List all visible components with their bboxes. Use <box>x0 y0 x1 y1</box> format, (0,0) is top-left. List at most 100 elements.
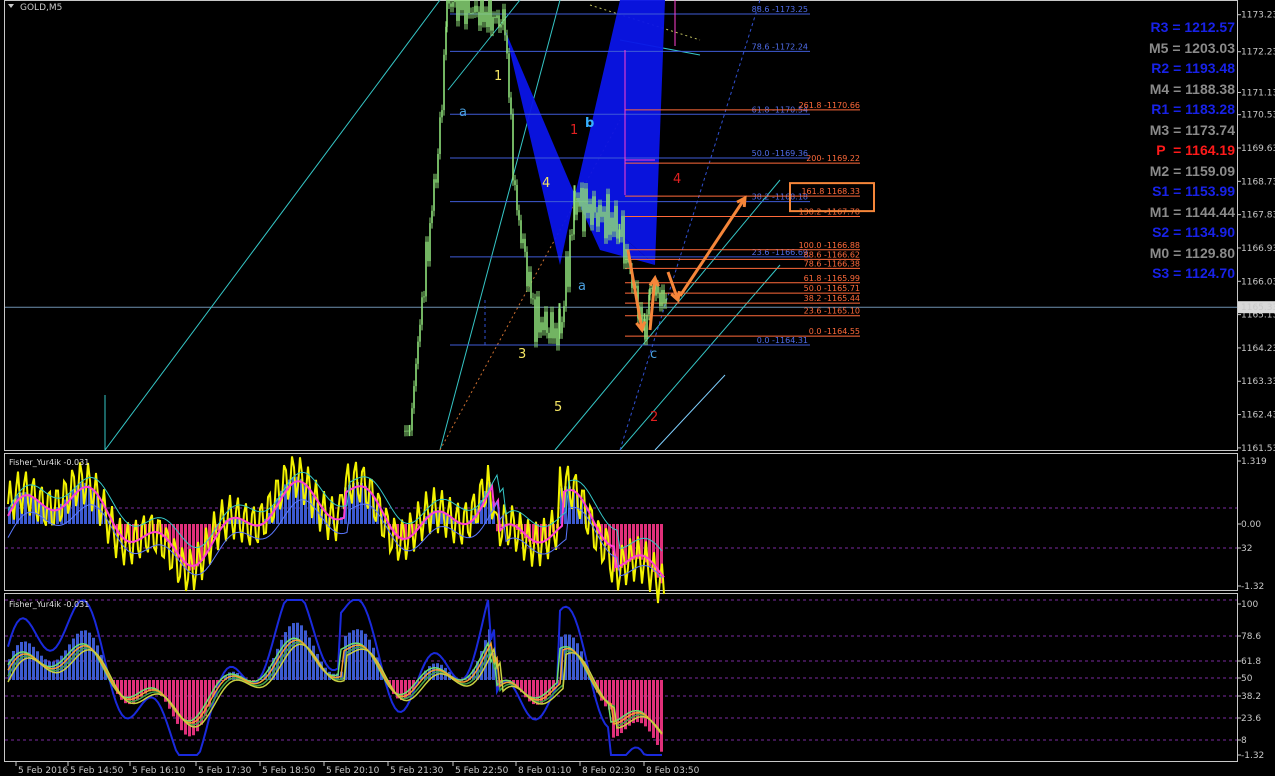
pivot-value: 1164.19 <box>1185 142 1235 158</box>
pivot-level-r3: R3 = 1212.57 <box>1151 19 1235 35</box>
candle-body <box>404 430 406 432</box>
blue-fib-label: 88.6 -1173.25 <box>752 5 808 14</box>
candle-body <box>610 217 612 235</box>
ind2-histogram-bar <box>92 637 95 680</box>
ind2-tick-label: 50 <box>1241 674 1253 684</box>
ind2-histogram-bar <box>180 680 183 731</box>
candle-body <box>435 179 437 183</box>
candle-body <box>411 408 413 431</box>
candle-body <box>446 0 448 27</box>
candle-body <box>586 188 588 213</box>
pivot-level-m5: M5 = 1203.03 <box>1149 40 1235 56</box>
ind2-histogram-bar <box>176 680 179 724</box>
pivot-value: 1153.99 <box>1185 183 1235 199</box>
ind2-tick-label: 61.8 <box>1241 657 1261 667</box>
candle-body <box>565 256 567 307</box>
candle-body <box>594 196 596 213</box>
pivot-value: 1134.90 <box>1185 224 1235 240</box>
candle-body <box>590 204 592 225</box>
candle-body <box>512 114 514 181</box>
candle-body <box>504 9 506 36</box>
price-tick-label: 1173.23 <box>1241 11 1275 21</box>
candle-body <box>544 311 546 331</box>
price-tick-label: 1170.53 <box>1241 111 1275 121</box>
pivot-label: M3 <box>1149 121 1174 138</box>
candle-body <box>468 0 470 14</box>
wave-label: 2 <box>650 410 658 425</box>
price-tick-label: 1172.23 <box>1241 48 1275 58</box>
ind2-histogram-bar <box>372 647 375 680</box>
pivot-level-s3: S3 = 1124.70 <box>1152 265 1235 281</box>
candle-body <box>649 288 651 295</box>
candle-body <box>530 271 532 299</box>
wave-label: 3 <box>518 347 526 362</box>
red-fib-label: 50.0 -1165.71 <box>804 284 860 293</box>
pivot-label: M1 <box>1149 203 1174 220</box>
candle-body <box>563 306 565 323</box>
candle-body <box>492 16 494 31</box>
current-price-label: 1165.33 <box>1241 303 1275 313</box>
pivot-equals: = <box>1173 101 1186 117</box>
candle-body <box>621 215 623 237</box>
pivot-equals: = <box>1173 203 1186 220</box>
pivot-equals: = <box>1173 60 1186 76</box>
candle-body <box>490 0 492 31</box>
candle-body <box>608 194 610 235</box>
candle-body <box>536 296 538 342</box>
price-tick-label: 1169.63 <box>1241 144 1275 154</box>
ind2-histogram-bar <box>188 680 191 737</box>
candle-body <box>456 0 458 21</box>
candle-body <box>488 0 490 28</box>
pivot-value: 1193.48 <box>1185 60 1235 76</box>
candle-body <box>548 332 550 339</box>
pivot-value: 1212.57 <box>1184 19 1235 35</box>
candle-body <box>478 11 480 26</box>
ind2-histogram-bar <box>312 645 315 680</box>
ind1-tick-label: -1.32 <box>1241 582 1264 592</box>
candle-body <box>546 311 548 333</box>
time-tick-label: 8 Feb 03:50 <box>646 766 700 776</box>
ind2-histogram-bar <box>300 625 303 680</box>
pivot-level-m0: M0 = 1129.80 <box>1150 245 1235 261</box>
pivot-level-m2: M2 = 1159.09 <box>1150 163 1235 179</box>
candle-body <box>569 235 571 287</box>
candle-body <box>602 211 604 217</box>
pivot-value: 1159.09 <box>1185 162 1235 179</box>
candle-body <box>472 12 474 14</box>
candle-body <box>429 223 431 262</box>
ind2-histogram-bar <box>660 680 663 752</box>
pivot-value: 1173.74 <box>1185 121 1235 138</box>
candle-body <box>598 205 600 227</box>
candle-body <box>437 153 439 183</box>
ind2-histogram-bar <box>80 630 83 680</box>
candle-body <box>450 3 452 7</box>
pivot-equals: = <box>1173 244 1186 261</box>
price-chart[interactable]: 88.6 -1173.2578.6 -1172.2461.8 -1170.545… <box>0 0 1275 776</box>
candle-body <box>576 197 578 215</box>
pivot-level-s1: S1 = 1153.99 <box>1152 183 1235 199</box>
pivot-equals: = <box>1172 39 1185 56</box>
candle-body <box>582 187 584 232</box>
candle-body <box>600 205 602 217</box>
candle-body <box>484 11 486 22</box>
ind2-histogram-bar <box>84 630 87 680</box>
candle-body <box>520 220 522 244</box>
price-tick-label: 1171.13 <box>1241 88 1275 98</box>
blue-fib-label: 0.0 -1164.31 <box>757 336 808 345</box>
pivot-equals: = <box>1173 265 1186 281</box>
ind1-histogram-bar <box>24 492 27 524</box>
pivot-level-m1: M1 = 1144.44 <box>1150 204 1235 220</box>
red-fib-label: 261.8 -1170.66 <box>799 101 860 110</box>
candle-body <box>625 249 627 264</box>
candle-body <box>460 0 462 11</box>
pivot-label: S3 <box>1152 265 1174 281</box>
candle-body <box>665 298 667 304</box>
candle-body <box>592 196 594 225</box>
pivot-level-m4: M4 = 1188.38 <box>1150 81 1235 97</box>
candle-body <box>441 110 443 118</box>
candle-body <box>619 229 621 237</box>
pivot-level-m3: M3 = 1173.74 <box>1150 122 1235 138</box>
pivot-level-s2: S2 = 1134.90 <box>1152 224 1235 240</box>
time-tick-label: 5 Feb 17:30 <box>198 766 252 776</box>
candle-body <box>567 256 569 287</box>
